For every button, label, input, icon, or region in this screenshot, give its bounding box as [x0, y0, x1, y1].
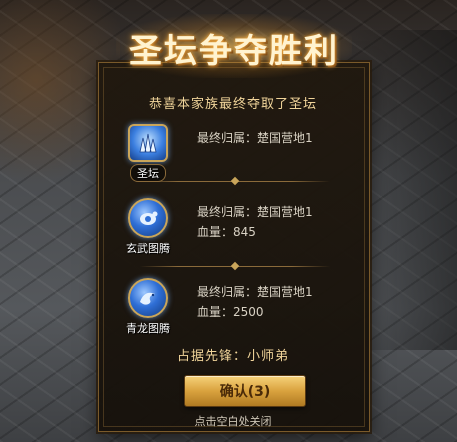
- entry-tortoise-totem: 玄武图腾 最终归属：楚国营地1 血量：845: [125, 198, 365, 258]
- entry-hp: 血量：2500: [197, 305, 264, 319]
- divider: [140, 181, 330, 182]
- divider: [140, 266, 330, 267]
- panel-title: 圣坛争夺胜利: [129, 31, 339, 70]
- close-hint: 点击空白处关闭: [194, 415, 272, 428]
- entry-icon-box: 玄武图腾: [125, 198, 171, 256]
- entry-info: 最终归属：楚国营地1 血量：2500: [197, 282, 313, 322]
- entry-hp: 血量：845: [197, 225, 256, 239]
- altar-icon: [128, 124, 168, 162]
- entry-info: 最终归属：楚国营地1: [197, 128, 313, 148]
- confirm-button[interactable]: 确认(3): [184, 375, 306, 407]
- subtitle: 恭喜本家族最终夺取了圣坛: [148, 97, 317, 112]
- dragon-totem-icon: [128, 278, 168, 318]
- entry-info: 最终归属：楚国营地1 血量：845: [197, 202, 313, 242]
- entry-dragon-totem: 青龙图腾 最终归属：楚国营地1 血量：2500: [125, 278, 365, 338]
- entry-name: 圣坛: [130, 164, 166, 182]
- vanguard-text: 占据先锋：小师弟: [176, 349, 289, 364]
- entry-owner: 最终归属：楚国营地1: [197, 285, 313, 299]
- entry-name: 青龙图腾: [126, 322, 170, 335]
- entry-name: 玄武图腾: [126, 242, 170, 255]
- entry-altar: 圣坛 最终归属：楚国营地1: [125, 124, 365, 184]
- tortoise-totem-icon: [128, 198, 168, 238]
- entry-icon-box: 圣坛: [125, 124, 171, 182]
- entry-owner: 最终归属：楚国营地1: [197, 131, 313, 145]
- entry-owner: 最终归属：楚国营地1: [197, 205, 313, 219]
- title-banner: 圣坛争夺胜利: [110, 8, 358, 88]
- entry-icon-box: 青龙图腾: [125, 278, 171, 336]
